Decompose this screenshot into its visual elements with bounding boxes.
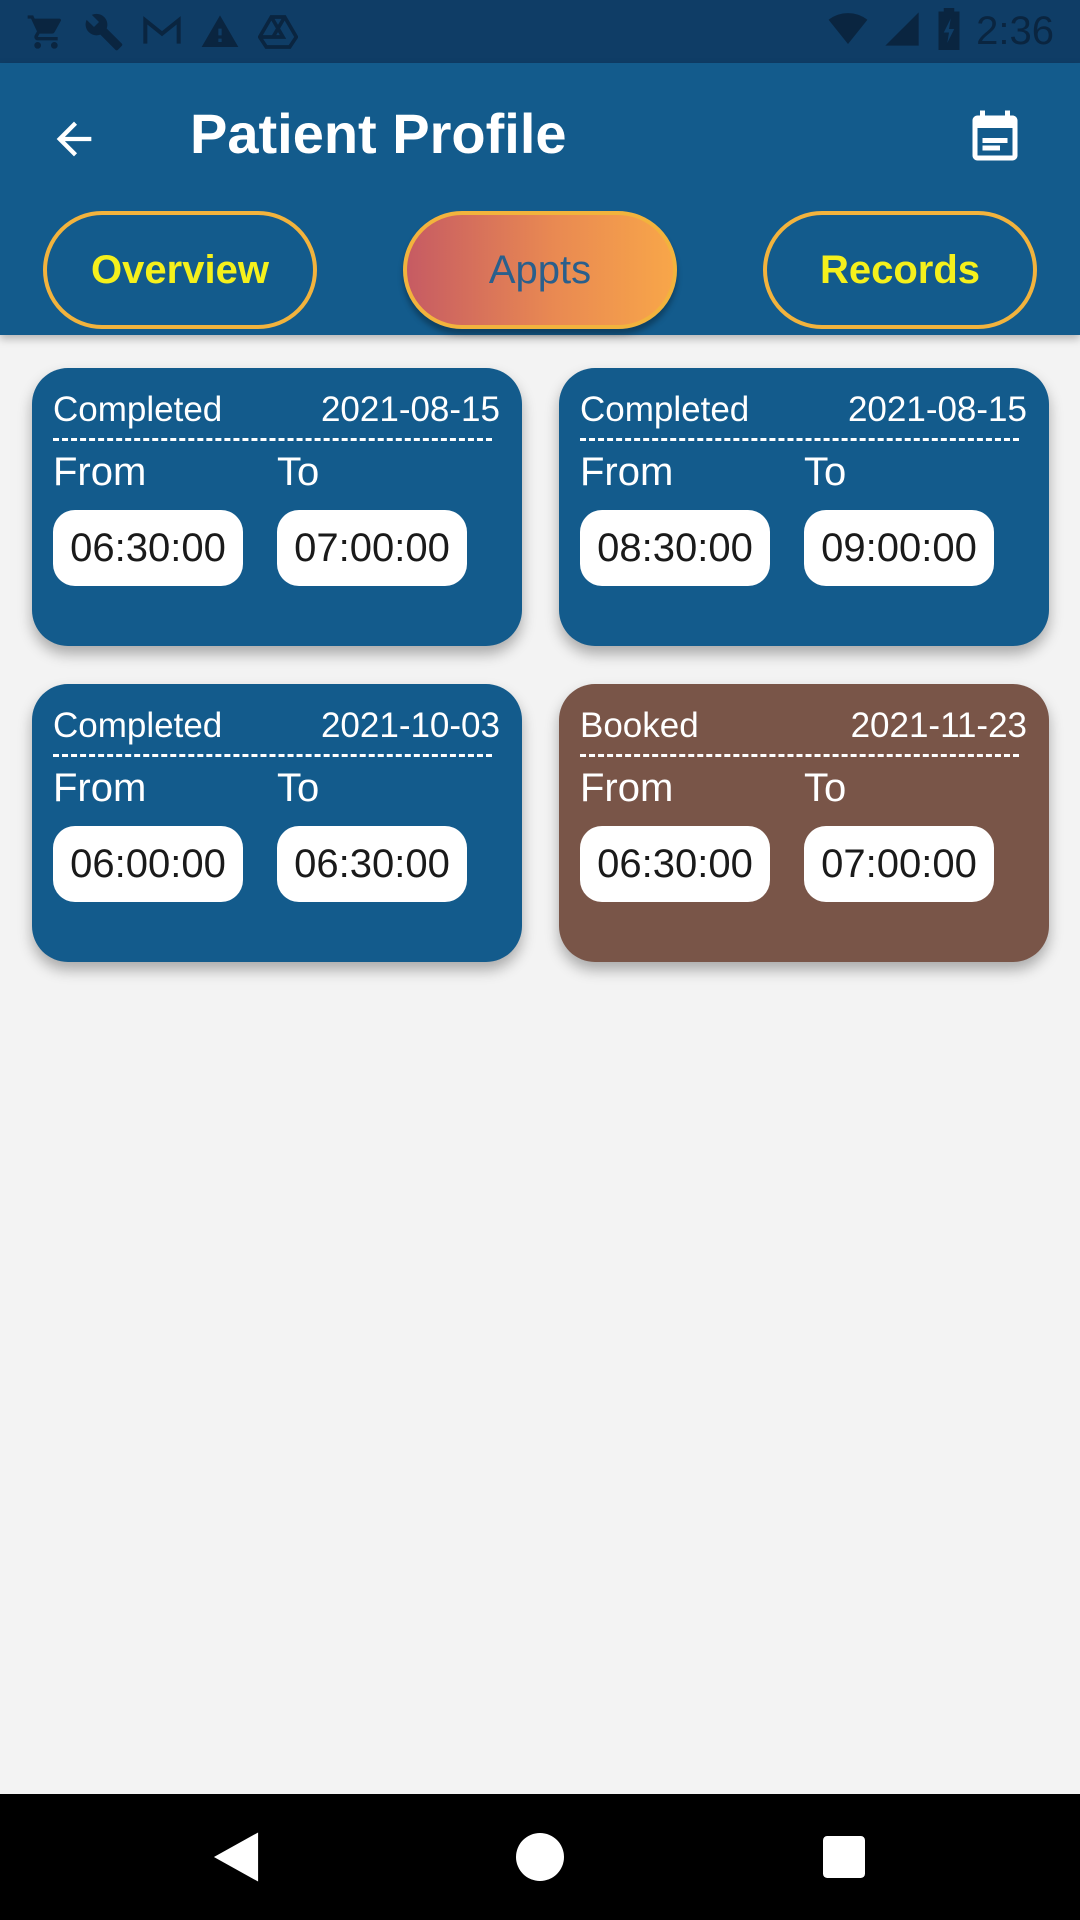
- to-label: To: [804, 766, 847, 810]
- dashed-divider: [53, 438, 492, 441]
- from-label: From: [53, 766, 147, 810]
- to-time: 07:00:00: [804, 826, 994, 902]
- nav-recents-icon[interactable]: [814, 1827, 874, 1887]
- status-time: 2:36: [976, 9, 1054, 53]
- drive-icon: [258, 12, 298, 52]
- battery-icon: [934, 8, 964, 55]
- from-label: From: [580, 766, 674, 810]
- to-label: To: [277, 450, 320, 494]
- appointment-card[interactable]: Completed 2021-08-15 From To 06:30:00 07…: [32, 368, 522, 646]
- from-label: From: [580, 450, 674, 494]
- dashed-divider: [580, 438, 1019, 441]
- warning-icon: [200, 12, 240, 52]
- appointment-card[interactable]: Completed 2021-10-03 From To 06:00:00 06…: [32, 684, 522, 962]
- arrow-left-icon[interactable]: [44, 109, 104, 169]
- dashed-divider: [53, 754, 492, 757]
- status-bar: 2:36: [0, 0, 1080, 63]
- appointment-date: 2021-08-15: [847, 390, 1027, 429]
- tab-appts[interactable]: Appts: [403, 211, 677, 329]
- appointment-status: Completed: [53, 706, 223, 745]
- wrench-icon: [84, 12, 124, 52]
- nav-back-icon[interactable]: [206, 1827, 266, 1887]
- page-title: Patient Profile: [190, 102, 567, 165]
- appointment-date: 2021-10-03: [320, 706, 500, 745]
- to-time: 09:00:00: [804, 510, 994, 586]
- to-label: To: [277, 766, 320, 810]
- appointment-status: Booked: [580, 706, 699, 745]
- from-time: 06:30:00: [53, 510, 243, 586]
- to-time: 06:30:00: [277, 826, 467, 902]
- tab-records[interactable]: Records: [763, 211, 1037, 329]
- cart-icon: [26, 12, 66, 52]
- to-time: 07:00:00: [277, 510, 467, 586]
- gmail-icon: [142, 12, 182, 52]
- to-label: To: [804, 450, 847, 494]
- wifi-icon: [826, 9, 870, 54]
- tab-overview[interactable]: Overview: [43, 211, 317, 329]
- signal-icon: [882, 9, 922, 54]
- appointment-date: 2021-08-15: [320, 390, 500, 429]
- app-bar: Patient Profile Overview Appts Records: [0, 63, 1080, 335]
- from-time: 06:00:00: [53, 826, 243, 902]
- appointment-date: 2021-11-23: [850, 706, 1027, 745]
- appointment-card[interactable]: Booked 2021-11-23 From To 06:30:00 07:00…: [559, 684, 1049, 962]
- appointment-card[interactable]: Completed 2021-08-15 From To 08:30:00 09…: [559, 368, 1049, 646]
- from-time: 08:30:00: [580, 510, 770, 586]
- from-time: 06:30:00: [580, 826, 770, 902]
- appointment-status: Completed: [53, 390, 223, 429]
- nav-home-icon[interactable]: [510, 1827, 570, 1887]
- appointment-status: Completed: [580, 390, 750, 429]
- dashed-divider: [580, 754, 1019, 757]
- calendar-icon[interactable]: [960, 103, 1030, 173]
- system-nav-bar: [0, 1794, 1080, 1920]
- from-label: From: [53, 450, 147, 494]
